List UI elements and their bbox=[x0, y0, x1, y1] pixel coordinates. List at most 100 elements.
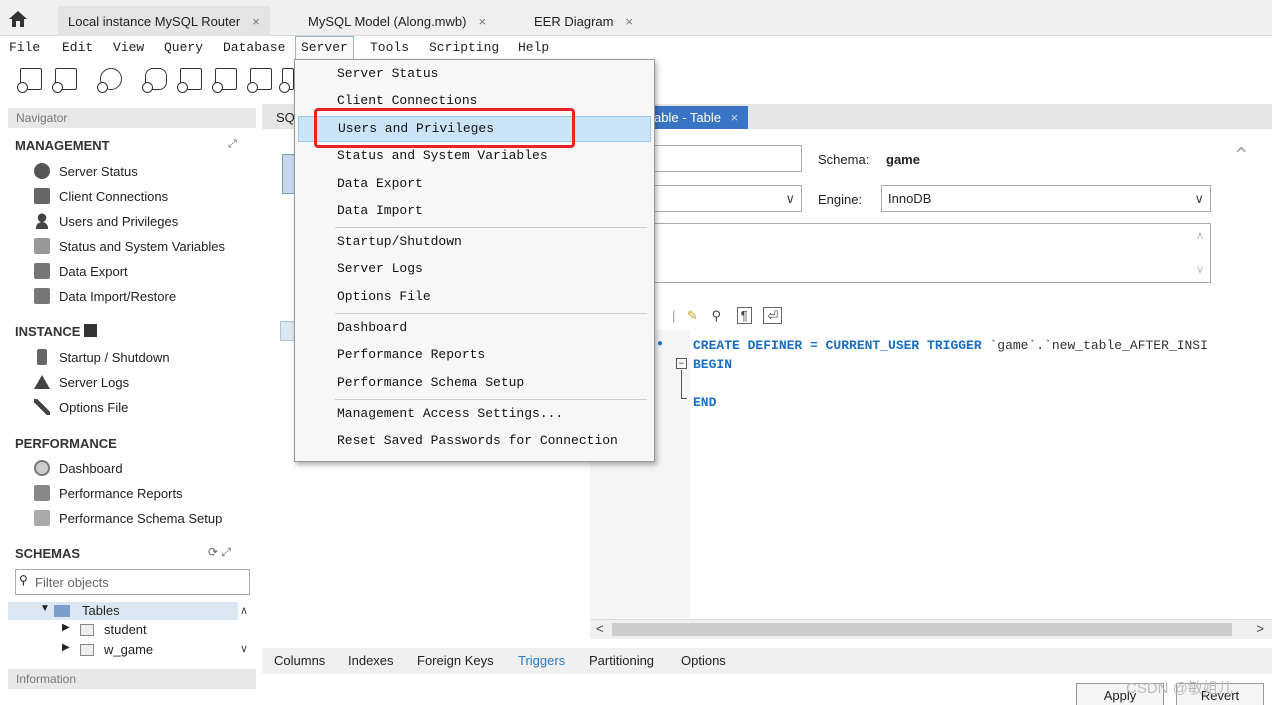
close-icon[interactable]: × bbox=[478, 14, 486, 29]
create-function-icon[interactable] bbox=[279, 68, 294, 93]
chevron-right-icon[interactable]: ▶ bbox=[62, 642, 70, 653]
menu-item-performance-reports[interactable]: Performance Reports bbox=[298, 342, 651, 368]
engine-select[interactable]: InnoDB ∨ bbox=[881, 185, 1211, 212]
dashboard-icon bbox=[34, 460, 50, 476]
code-keywords: CREATE DEFINER = CURRENT_USER TRIGGER bbox=[693, 338, 982, 353]
import-icon bbox=[34, 288, 50, 304]
chevron-down-icon: ∨ bbox=[785, 191, 795, 206]
home-icon[interactable] bbox=[8, 9, 28, 29]
scroll-thumb[interactable] bbox=[612, 623, 1232, 636]
scroll-down-icon[interactable]: ∨ bbox=[240, 642, 248, 655]
tab-partitioning[interactable]: Partitioning bbox=[589, 653, 654, 668]
create-schema-icon[interactable] bbox=[142, 68, 167, 93]
menu-edit[interactable]: Edit bbox=[57, 36, 98, 60]
scroll-down-icon[interactable]: ∨ bbox=[1196, 258, 1204, 283]
find-icon[interactable]: ⚲ bbox=[712, 308, 722, 323]
scroll-right-icon[interactable]: > bbox=[1256, 621, 1264, 636]
menu-item-performance-schema-setup[interactable]: Performance Schema Setup bbox=[298, 370, 651, 396]
menu-file[interactable]: File bbox=[4, 36, 45, 60]
new-sql-tab-icon[interactable] bbox=[17, 68, 42, 93]
tab-triggers[interactable]: Triggers bbox=[518, 653, 565, 668]
nav-client-connections[interactable]: Client Connections bbox=[34, 185, 168, 207]
nav-label: Startup / Shutdown bbox=[59, 349, 170, 365]
tables-folder-icon bbox=[54, 605, 70, 617]
nav-data-import-restore[interactable]: Data Import/Restore bbox=[34, 285, 176, 307]
tab-foreign-keys[interactable]: Foreign Keys bbox=[417, 653, 494, 668]
menu-item-data-export[interactable]: Data Export bbox=[298, 171, 651, 197]
menu-help[interactable]: Help bbox=[513, 36, 554, 60]
tab-mysql-model[interactable]: MySQL Model (Along.mwb) × bbox=[298, 6, 496, 36]
tab-indexes[interactable]: Indexes bbox=[348, 653, 394, 668]
scroll-up-icon[interactable]: ∧ bbox=[240, 604, 248, 617]
menu-view[interactable]: View bbox=[108, 36, 149, 60]
collation-select[interactable]: ∨ bbox=[652, 185, 802, 212]
nav-server-status[interactable]: Server Status bbox=[34, 160, 138, 182]
table-editor-tabs: Columns Indexes Foreign Keys Triggers Pa… bbox=[262, 648, 1272, 674]
comments-textarea[interactable]: ∧ ∨ bbox=[652, 223, 1211, 283]
tree-row-w-game[interactable]: ▶ w_game bbox=[8, 641, 238, 659]
filter-objects-input[interactable] bbox=[35, 572, 245, 592]
word-wrap-icon[interactable]: ⏎ bbox=[763, 307, 783, 324]
nav-label: Server Status bbox=[59, 163, 138, 179]
nav-data-export[interactable]: Data Export bbox=[34, 260, 128, 282]
close-icon[interactable]: × bbox=[731, 110, 739, 125]
fold-icon[interactable]: − bbox=[676, 358, 687, 369]
nav-options-file[interactable]: Options File bbox=[34, 396, 128, 418]
nav-status-system-variables[interactable]: Status and System Variables bbox=[34, 235, 225, 257]
menu-item-data-import[interactable]: Data Import bbox=[298, 198, 651, 224]
table-name-field[interactable] bbox=[652, 145, 802, 172]
close-icon[interactable]: × bbox=[252, 14, 260, 29]
expand-icon[interactable]: ⤢ bbox=[228, 138, 237, 151]
nav-performance-schema-setup[interactable]: Performance Schema Setup bbox=[34, 507, 222, 529]
tab-label: MySQL Model (Along.mwb) bbox=[308, 13, 467, 29]
tab-local-instance[interactable]: Local instance MySQL Router × bbox=[58, 6, 270, 36]
menu-item-management-access-settings[interactable]: Management Access Settings... bbox=[298, 401, 651, 427]
chevron-right-icon[interactable]: ▶ bbox=[62, 622, 70, 633]
nav-performance-reports[interactable]: Performance Reports bbox=[34, 482, 183, 504]
instance-status-icon bbox=[84, 324, 98, 337]
menu-item-options-file[interactable]: Options File bbox=[298, 284, 651, 310]
tree-label: w_game bbox=[104, 642, 154, 657]
nav-startup-shutdown[interactable]: Startup / Shutdown bbox=[34, 346, 170, 368]
create-view-icon[interactable] bbox=[212, 68, 237, 93]
schemas-section-title: SCHEMAS bbox=[15, 546, 81, 561]
monitor-icon bbox=[34, 238, 50, 254]
menu-query[interactable]: Query bbox=[159, 36, 208, 60]
menu-server[interactable]: Server bbox=[295, 36, 354, 60]
tab-label: Local instance MySQL Router bbox=[68, 13, 241, 29]
menu-tools[interactable]: Tools bbox=[365, 36, 414, 60]
menu-scripting[interactable]: Scripting bbox=[424, 36, 504, 60]
close-icon[interactable]: × bbox=[625, 14, 633, 29]
tab-table-editor[interactable]: able - Table × bbox=[644, 106, 749, 129]
menu-item-startup-shutdown[interactable]: Startup/Shutdown bbox=[298, 229, 651, 255]
invisible-chars-icon[interactable]: ¶ bbox=[736, 307, 752, 324]
tab-columns[interactable]: Columns bbox=[274, 653, 325, 668]
tree-row-tables[interactable]: ▼ Tables bbox=[8, 602, 238, 620]
tree-row-student[interactable]: ▶ student bbox=[8, 621, 238, 639]
nav-dashboard[interactable]: Dashboard bbox=[34, 457, 123, 479]
refresh-icon[interactable]: ⟳ ⤢ bbox=[208, 545, 231, 560]
user-icon bbox=[34, 213, 50, 229]
open-sql-script-icon[interactable] bbox=[52, 68, 77, 93]
tab-label: able - Table bbox=[654, 110, 721, 125]
menu-item-server-status[interactable]: Server Status bbox=[298, 61, 651, 87]
tab-eer-diagram[interactable]: EER Diagram × bbox=[524, 6, 643, 36]
menu-database[interactable]: Database bbox=[218, 36, 290, 60]
menu-item-reset-saved-passwords[interactable]: Reset Saved Passwords for Connection bbox=[298, 428, 651, 454]
chevron-down-icon[interactable]: ▼ bbox=[40, 603, 50, 614]
horizontal-scrollbar[interactable]: < > bbox=[590, 619, 1272, 639]
inspector-icon[interactable] bbox=[97, 68, 122, 93]
chevron-down-icon: ∨ bbox=[1194, 191, 1204, 206]
code-identifier: `game`.`new_table_AFTER_INSI bbox=[989, 338, 1208, 353]
create-table-icon[interactable] bbox=[177, 68, 202, 93]
collapse-icon[interactable]: ⌃ bbox=[1232, 143, 1250, 169]
scroll-left-icon[interactable]: < bbox=[596, 621, 604, 636]
tab-options[interactable]: Options bbox=[681, 653, 726, 668]
menu-item-dashboard[interactable]: Dashboard bbox=[298, 315, 651, 341]
create-procedure-icon[interactable] bbox=[247, 68, 272, 93]
nav-server-logs[interactable]: Server Logs bbox=[34, 371, 129, 393]
nav-users-and-privileges[interactable]: Users and Privileges bbox=[34, 210, 178, 232]
menu-item-server-logs[interactable]: Server Logs bbox=[298, 256, 651, 282]
beautify-icon[interactable]: ✎ bbox=[687, 308, 698, 323]
scroll-up-icon[interactable]: ∧ bbox=[1196, 224, 1204, 249]
